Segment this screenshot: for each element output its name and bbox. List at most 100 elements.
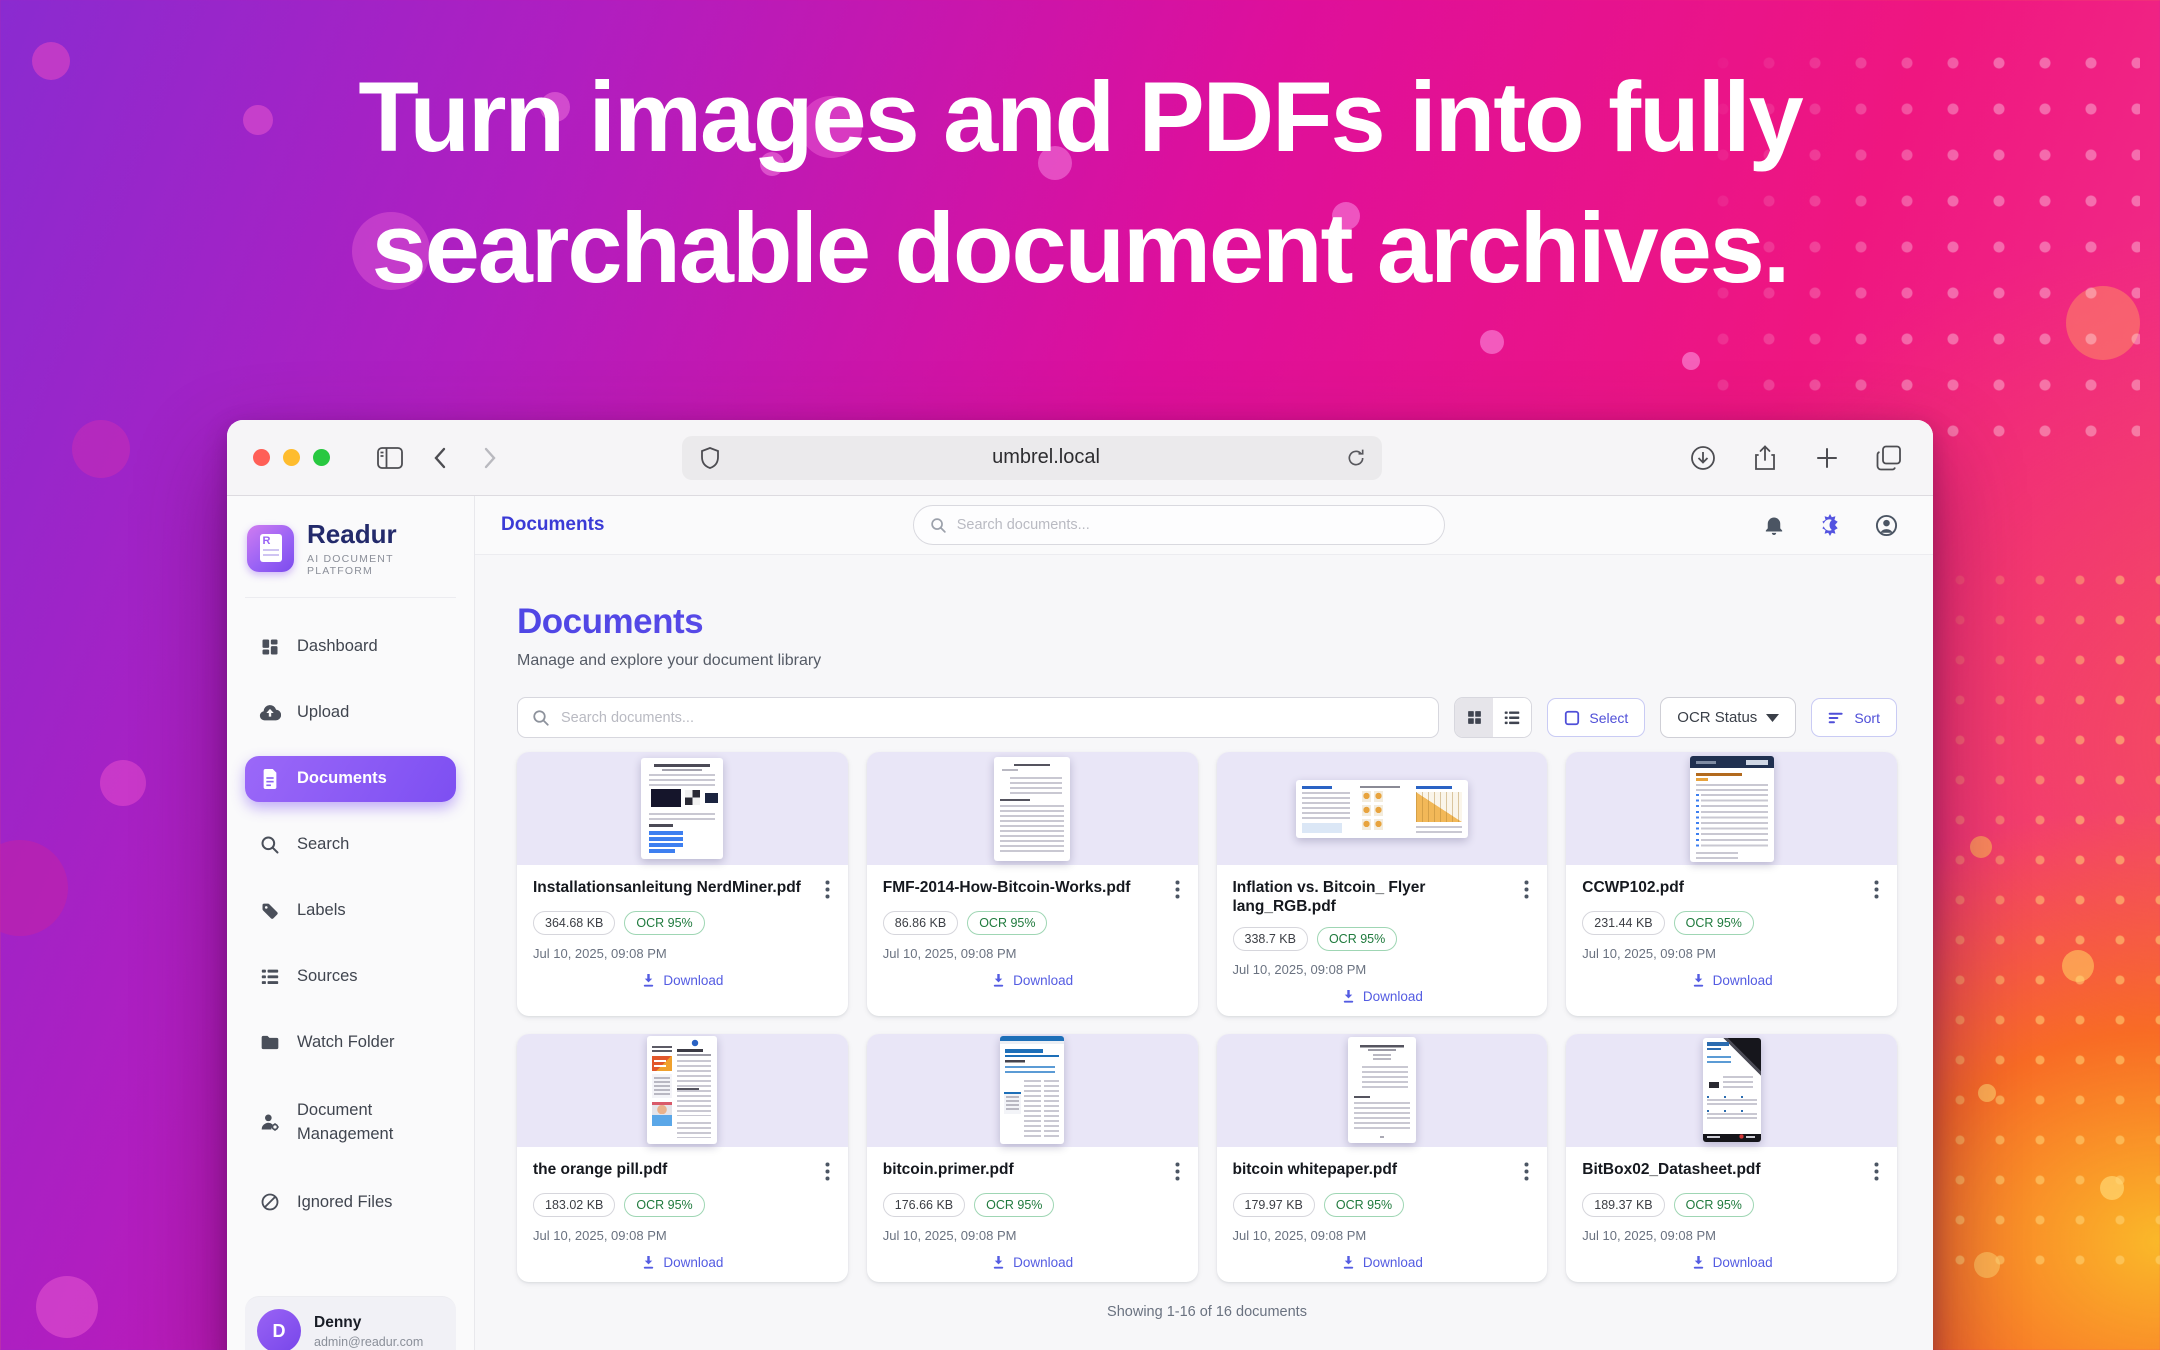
minimize-window-button[interactable]	[283, 449, 300, 466]
sidebar-item-label: Dashboard	[297, 637, 378, 656]
documents-page: Documents Manage and explore your docume…	[475, 555, 1933, 1350]
privacy-shield-icon[interactable]	[698, 440, 722, 476]
more-options-button[interactable]	[1522, 878, 1531, 901]
hero-line-1: Turn images and PDFs into fully	[0, 52, 2160, 183]
downloads-icon[interactable]	[1685, 440, 1721, 476]
zoom-window-button[interactable]	[313, 449, 330, 466]
more-options-button[interactable]	[1522, 1160, 1531, 1183]
ocr-status-badge: OCR 95%	[1324, 1193, 1404, 1217]
download-link[interactable]: Download	[1233, 989, 1532, 1004]
document-card[interactable]: bitcoin.primer.pdf 176.66 KB OCR 95% Jul…	[867, 1034, 1198, 1282]
sidebar-item-label: Document Management	[297, 1098, 442, 1148]
document-thumbnail[interactable]	[1217, 1034, 1548, 1147]
documents-search[interactable]	[517, 697, 1439, 738]
document-card[interactable]: FMF-2014-How-Bitcoin-Works.pdf 86.86 KB …	[867, 752, 1198, 1016]
sidebar-item-document-management[interactable]: Document Management	[245, 1086, 456, 1160]
documents-icon	[259, 768, 281, 790]
sidebar-item-labels[interactable]: Labels	[245, 888, 456, 934]
document-thumbnail[interactable]	[1566, 752, 1897, 865]
file-size-badge: 189.37 KB	[1582, 1193, 1664, 1217]
sidebar-item-search[interactable]: Search	[245, 822, 456, 868]
sort-button[interactable]: Sort	[1811, 698, 1897, 737]
notifications-button[interactable]	[1753, 504, 1795, 546]
ocr-status-dropdown[interactable]: OCR Status	[1660, 697, 1796, 738]
document-thumbnail[interactable]	[867, 752, 1198, 865]
theme-toggle-button[interactable]	[1809, 504, 1851, 546]
sidebar-nav: Dashboard Upload Documents	[245, 624, 456, 1226]
list-view-icon	[1503, 710, 1521, 726]
file-size-badge: 176.66 KB	[883, 1193, 965, 1217]
ocr-status-badge: OCR 95%	[967, 911, 1047, 935]
document-thumbnail[interactable]	[517, 752, 848, 865]
close-window-button[interactable]	[253, 449, 270, 466]
document-thumbnail[interactable]	[867, 1034, 1198, 1147]
document-card[interactable]: the orange pill.pdf 183.02 KB OCR 95% Ju…	[517, 1034, 848, 1282]
document-card[interactable]: Inflation vs. Bitcoin_ Flyer lang_RGB.pd…	[1217, 752, 1548, 1016]
global-search-input[interactable]	[957, 517, 1428, 533]
file-size-badge: 231.44 KB	[1582, 911, 1664, 935]
account-button[interactable]	[1865, 504, 1907, 546]
forward-icon[interactable]	[472, 440, 508, 476]
url-text[interactable]: umbrel.local	[746, 446, 1346, 469]
download-link[interactable]: Download	[883, 973, 1182, 988]
ocr-status-badge: OCR 95%	[1674, 911, 1754, 935]
new-tab-icon[interactable]	[1809, 440, 1845, 476]
breadcrumb[interactable]: Documents	[501, 514, 604, 536]
document-thumbnail[interactable]	[1217, 752, 1548, 865]
sidebar-item-watch-folder[interactable]: Watch Folder	[245, 1020, 456, 1066]
list-view-button[interactable]	[1493, 698, 1531, 737]
sidebar-item-ignored-files[interactable]: Ignored Files	[245, 1179, 456, 1225]
sidebar-item-upload[interactable]: Upload	[245, 690, 456, 736]
download-link[interactable]: Download	[1582, 1255, 1881, 1270]
label-icon	[259, 900, 281, 922]
documents-search-input[interactable]	[561, 710, 1424, 726]
app-root: Readur AI DOCUMENT PLATFORM Dashboard Up…	[227, 496, 1933, 1350]
document-title: Inflation vs. Bitcoin_ Flyer lang_RGB.pd…	[1233, 878, 1515, 917]
sidebar-toggle-icon[interactable]	[372, 440, 408, 476]
document-card[interactable]: BitBox02_Datasheet.pdf 189.37 KB OCR 95%…	[1566, 1034, 1897, 1282]
sidebar-item-label: Sources	[297, 967, 358, 986]
more-options-button[interactable]	[1173, 878, 1182, 901]
download-link[interactable]: Download	[533, 1255, 832, 1270]
document-title: BitBox02_Datasheet.pdf	[1582, 1160, 1760, 1179]
select-button[interactable]: Select	[1547, 698, 1645, 737]
download-icon	[641, 1255, 656, 1270]
download-link[interactable]: Download	[1582, 973, 1881, 988]
sidebar-item-documents[interactable]: Documents	[245, 756, 456, 802]
download-link[interactable]: Download	[533, 973, 832, 988]
share-icon[interactable]	[1747, 440, 1783, 476]
more-options-button[interactable]	[1872, 878, 1881, 901]
more-options-button[interactable]	[823, 878, 832, 901]
back-icon[interactable]	[422, 440, 458, 476]
document-card[interactable]: CCWP102.pdf 231.44 KB OCR 95% Jul 10, 20…	[1566, 752, 1897, 1016]
document-date: Jul 10, 2025, 09:08 PM	[533, 946, 832, 961]
file-size-badge: 183.02 KB	[533, 1193, 615, 1217]
address-bar[interactable]: umbrel.local	[682, 436, 1382, 480]
sidebar-item-label: Watch Folder	[297, 1033, 395, 1052]
file-size-badge: 179.97 KB	[1233, 1193, 1315, 1217]
download-link[interactable]: Download	[1233, 1255, 1532, 1270]
results-summary: Showing 1-16 of 16 documents	[517, 1304, 1897, 1320]
sidebar-item-sources[interactable]: Sources	[245, 954, 456, 1000]
more-options-button[interactable]	[1173, 1160, 1182, 1183]
user-card[interactable]: D Denny admin@readur.com	[245, 1296, 456, 1350]
document-thumbnail[interactable]	[1566, 1034, 1897, 1147]
page-subtitle: Manage and explore your document library	[517, 652, 1897, 670]
grid-view-button[interactable]	[1455, 698, 1493, 737]
document-thumbnail[interactable]	[517, 1034, 848, 1147]
ocr-status-badge: OCR 95%	[974, 1193, 1054, 1217]
browser-window: umbrel.local R	[227, 420, 1933, 1350]
document-title: CCWP102.pdf	[1582, 878, 1684, 897]
more-options-button[interactable]	[823, 1160, 832, 1183]
download-link[interactable]: Download	[883, 1255, 1182, 1270]
document-card[interactable]: Installationsanleitung NerdMiner.pdf 364…	[517, 752, 848, 1016]
document-card[interactable]: bitcoin whitepaper.pdf 179.97 KB OCR 95%…	[1217, 1034, 1548, 1282]
browser-chrome: umbrel.local	[227, 420, 1933, 496]
global-search[interactable]	[913, 505, 1445, 545]
tab-overview-icon[interactable]	[1871, 440, 1907, 476]
hero-line-2: searchable document archives.	[0, 183, 2160, 314]
sidebar-item-dashboard[interactable]: Dashboard	[245, 624, 456, 670]
file-size-badge: 364.68 KB	[533, 911, 615, 935]
more-options-button[interactable]	[1872, 1160, 1881, 1183]
reload-icon[interactable]	[1346, 448, 1366, 468]
